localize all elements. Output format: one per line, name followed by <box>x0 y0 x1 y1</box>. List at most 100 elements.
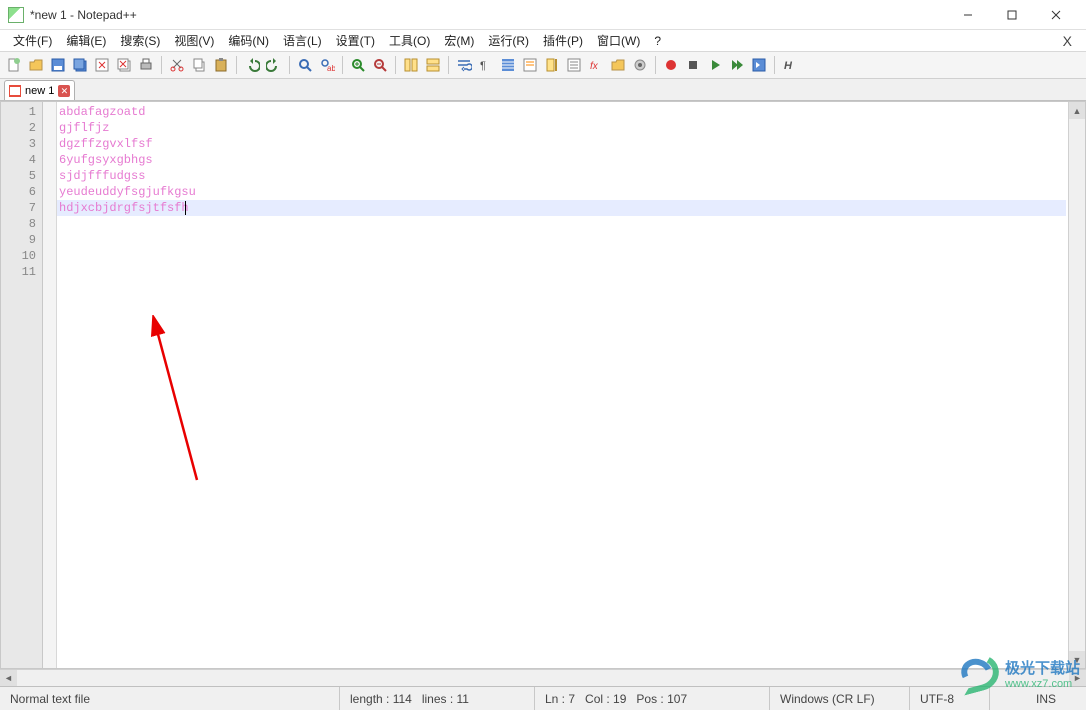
line-number: 2 <box>1 120 36 136</box>
close-button[interactable] <box>1034 1 1078 29</box>
menu-macro[interactable]: 宏(M) <box>437 30 481 51</box>
text-caret <box>185 201 186 215</box>
svg-text:¶: ¶ <box>480 60 486 72</box>
scroll-left-icon[interactable]: ◄ <box>0 670 17 686</box>
sync-h-icon[interactable] <box>423 55 443 75</box>
minimize-button[interactable] <box>946 1 990 29</box>
horizontal-scrollbar[interactable]: ◄ ► <box>0 669 1086 686</box>
svg-text:fx: fx <box>590 61 599 72</box>
toolbar-separator <box>395 56 396 74</box>
tab-close-icon[interactable]: ✕ <box>58 85 70 97</box>
copy-icon[interactable] <box>189 55 209 75</box>
new-file-icon[interactable] <box>4 55 24 75</box>
cut-icon[interactable] <box>167 55 187 75</box>
vscroll-track[interactable] <box>1069 119 1085 651</box>
spellcheck-icon[interactable]: H <box>780 55 800 75</box>
code-line[interactable] <box>57 232 1066 248</box>
code-line[interactable]: yeudeuddyfsgjufkgsu <box>57 184 1066 200</box>
line-number: 1 <box>1 104 36 120</box>
save-all-icon[interactable] <box>70 55 90 75</box>
status-encoding: UTF-8 <box>910 687 990 710</box>
paste-icon[interactable] <box>211 55 231 75</box>
menu-help[interactable]: ? <box>647 32 668 50</box>
status-lines: lines : 11 <box>422 692 469 706</box>
stop-macro-icon[interactable] <box>683 55 703 75</box>
close-icon[interactable] <box>92 55 112 75</box>
window-title: *new 1 - Notepad++ <box>30 8 137 22</box>
monitor-icon[interactable] <box>630 55 650 75</box>
scroll-up-icon[interactable]: ▲ <box>1069 102 1085 119</box>
toolbar-separator <box>774 56 775 74</box>
tab-new1[interactable]: new 1 ✕ <box>4 80 75 100</box>
menu-window[interactable]: 窗口(W) <box>590 30 647 51</box>
code-line[interactable]: 6yufgsyxgbhgs <box>57 152 1066 168</box>
code-line[interactable]: hdjxcbjdrgfsjtfsfh <box>57 200 1066 216</box>
code-line[interactable] <box>57 248 1066 264</box>
menu-view[interactable]: 视图(V) <box>167 30 221 51</box>
menu-search[interactable]: 搜索(S) <box>113 30 167 51</box>
code-line[interactable]: gjflfjz <box>57 120 1066 136</box>
status-filetype: Normal text file <box>0 687 340 710</box>
line-number: 9 <box>1 232 36 248</box>
menu-file[interactable]: 文件(F) <box>6 30 59 51</box>
lang-udl-icon[interactable] <box>520 55 540 75</box>
menu-settings[interactable]: 设置(T) <box>329 30 382 51</box>
save-macro-icon[interactable] <box>749 55 769 75</box>
menu-tools[interactable]: 工具(O) <box>382 30 437 51</box>
toolbar-separator <box>161 56 162 74</box>
redo-icon[interactable] <box>264 55 284 75</box>
menubar-close-icon[interactable]: X <box>1055 33 1080 49</box>
scroll-right-icon[interactable]: ► <box>1069 670 1086 686</box>
find-icon[interactable] <box>295 55 315 75</box>
line-number: 4 <box>1 152 36 168</box>
fold-margin <box>43 102 57 668</box>
code-line[interactable] <box>57 216 1066 232</box>
statusbar: Normal text file length : 114 lines : 11… <box>0 686 1086 710</box>
menu-run[interactable]: 运行(R) <box>481 30 536 51</box>
menu-language[interactable]: 语言(L) <box>276 30 329 51</box>
zoom-in-icon[interactable] <box>348 55 368 75</box>
show-all-chars-icon[interactable]: ¶ <box>476 55 496 75</box>
replace-icon[interactable]: ab <box>317 55 337 75</box>
line-number: 3 <box>1 136 36 152</box>
indent-guide-icon[interactable] <box>498 55 518 75</box>
toolbar-separator <box>448 56 449 74</box>
menu-encoding[interactable]: 编码(N) <box>221 30 276 51</box>
func-list-icon[interactable]: fx <box>586 55 606 75</box>
doc-list-icon[interactable] <box>564 55 584 75</box>
vertical-scrollbar[interactable]: ▲ ▼ <box>1068 102 1085 668</box>
line-number: 8 <box>1 216 36 232</box>
print-icon[interactable] <box>136 55 156 75</box>
line-number: 11 <box>1 264 36 280</box>
scroll-down-icon[interactable]: ▼ <box>1069 651 1085 668</box>
save-icon[interactable] <box>48 55 68 75</box>
titlebar: *new 1 - Notepad++ <box>0 0 1086 30</box>
line-number: 7 <box>1 200 36 216</box>
play-macro-icon[interactable] <box>705 55 725 75</box>
open-file-icon[interactable] <box>26 55 46 75</box>
hscroll-track[interactable] <box>17 670 1069 686</box>
zoom-out-icon[interactable] <box>370 55 390 75</box>
doc-map-icon[interactable] <box>542 55 562 75</box>
code-line[interactable]: dgzffzgvxlfsf <box>57 136 1066 152</box>
word-wrap-icon[interactable] <box>454 55 474 75</box>
sync-v-icon[interactable] <box>401 55 421 75</box>
play-multi-icon[interactable] <box>727 55 747 75</box>
menu-edit[interactable]: 编辑(E) <box>59 30 113 51</box>
toolbar: ab ¶ fx H <box>0 52 1086 79</box>
status-eol: Windows (CR LF) <box>770 687 910 710</box>
record-macro-icon[interactable] <box>661 55 681 75</box>
folder-icon[interactable] <box>608 55 628 75</box>
toolbar-separator <box>289 56 290 74</box>
menu-plugins[interactable]: 插件(P) <box>536 30 590 51</box>
code-line[interactable] <box>57 264 1066 280</box>
line-number: 6 <box>1 184 36 200</box>
code-area[interactable]: abdafagzoatdgjflfjzdgzffzgvxlfsf6yufgsyx… <box>57 102 1068 668</box>
close-all-icon[interactable] <box>114 55 134 75</box>
maximize-button[interactable] <box>990 1 1034 29</box>
code-line[interactable]: abdafagzoatd <box>57 104 1066 120</box>
tab-label: new 1 <box>25 85 54 97</box>
undo-icon[interactable] <box>242 55 262 75</box>
status-ln: Ln : 7 <box>545 692 575 706</box>
code-line[interactable]: sjdjfffudgss <box>57 168 1066 184</box>
